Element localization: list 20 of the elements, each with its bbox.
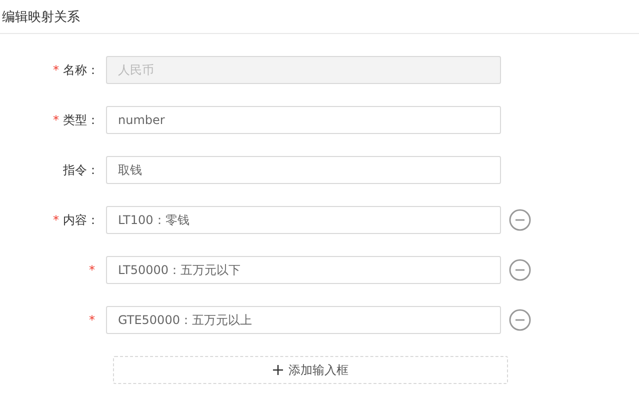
input-field[interactable]: number xyxy=(106,106,501,134)
dialog-title: 编辑映射关系 xyxy=(2,8,80,26)
required-mark: * xyxy=(53,113,59,127)
remove-icon[interactable] xyxy=(509,209,531,231)
input-field[interactable]: LT100：零钱 xyxy=(106,206,501,234)
field-label: 名称： xyxy=(63,62,99,78)
field-label: 内容： xyxy=(63,212,99,228)
required-mark: * xyxy=(89,263,95,277)
input-field[interactable]: LT50000：五万元以下 xyxy=(106,256,501,284)
input-field[interactable]: GTE50000：五万元以上 xyxy=(106,306,501,334)
field-label: 类型： xyxy=(63,112,99,128)
required-mark: * xyxy=(53,63,59,77)
add-input-button[interactable]: 添加输入框 xyxy=(113,356,508,384)
input-field[interactable]: 取钱 xyxy=(106,156,501,184)
required-mark: * xyxy=(89,313,95,327)
field-label: 指令： xyxy=(63,162,99,178)
plus-icon xyxy=(272,365,282,375)
remove-icon[interactable] xyxy=(509,309,531,331)
remove-icon[interactable] xyxy=(509,259,531,281)
required-mark: * xyxy=(53,213,59,227)
